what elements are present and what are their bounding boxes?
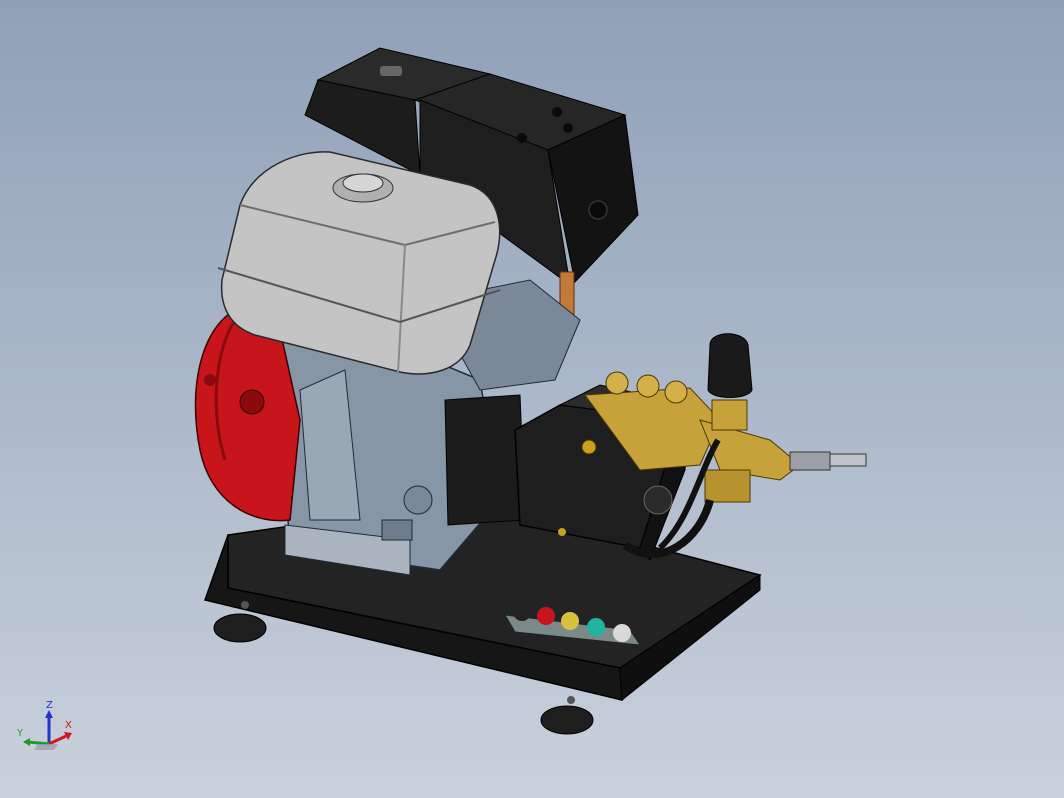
z-axis-label: Z	[46, 700, 53, 711]
y-axis-label: Y	[17, 728, 24, 739]
outlet-fitting	[789, 451, 867, 471]
cad-viewport[interactable]: Z Y X	[0, 0, 1064, 798]
pressure-washer-model[interactable]	[0, 0, 1064, 798]
coordinate-triad: Z Y X	[14, 700, 84, 760]
x-axis-label: X	[65, 720, 72, 731]
unloader-valve	[707, 333, 753, 431]
